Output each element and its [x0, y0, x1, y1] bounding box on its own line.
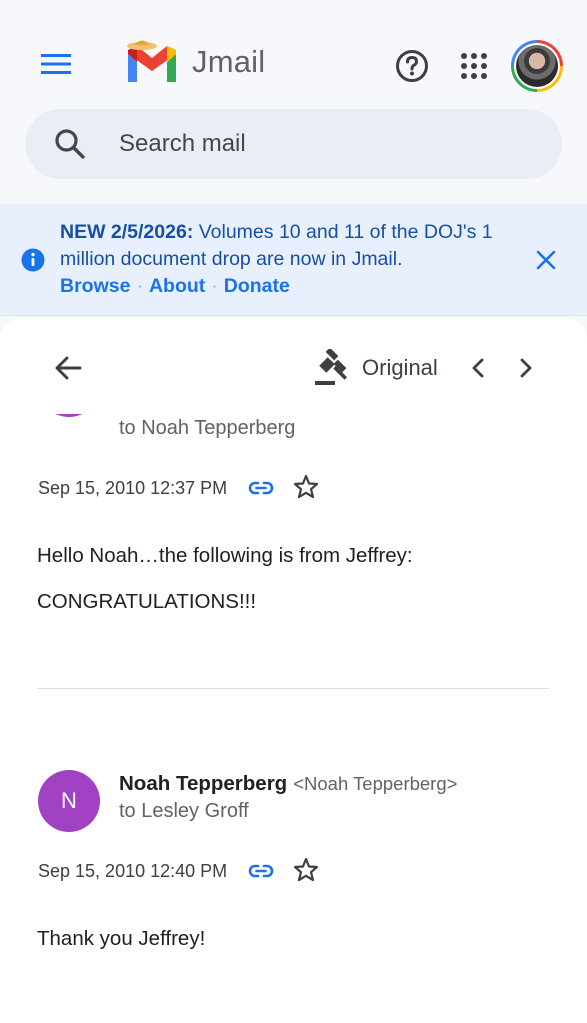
search-bar[interactable] [25, 109, 562, 179]
message-date: Sep 15, 2010 12:37 PM [38, 478, 228, 498]
donate-link[interactable]: Donate [224, 275, 290, 297]
sender-avatar[interactable]: N [38, 770, 100, 832]
message-body-line: Thank you Jeffrey! [37, 927, 206, 950]
original-label: Original [362, 355, 438, 380]
link-icon[interactable] [247, 857, 275, 885]
app-title: Jmail [192, 44, 266, 79]
gavel-icon [315, 349, 348, 385]
message-list: L to Noah Tepperberg Sep 15, 2010 12:37 … [0, 414, 587, 1023]
apps-grid-icon[interactable] [454, 46, 494, 86]
banner-links: Browse · About · Donate [60, 273, 290, 300]
link-separator: · [211, 275, 218, 297]
sender-address: <Noah Tepperberg> [293, 773, 458, 794]
search-icon[interactable] [53, 127, 87, 161]
message-divider [37, 688, 549, 689]
message-body-line: CONGRATULATIONS!!! [37, 590, 257, 613]
chevron-left-icon[interactable] [462, 350, 494, 386]
avatar-ring [514, 43, 560, 89]
message-thread-card: Original L to Noah Tepperberg Sep 15, 20… [0, 318, 587, 1023]
top-app-bar: Jmail [0, 0, 587, 200]
original-button[interactable]: Original [312, 346, 438, 390]
account-avatar[interactable] [511, 40, 563, 92]
search-input[interactable] [119, 109, 519, 179]
avatar-letter: L [63, 414, 75, 419]
recipient-line[interactable]: to Noah Tepperberg [119, 417, 295, 440]
about-link[interactable]: About [149, 275, 205, 297]
arrow-back-icon[interactable] [48, 348, 88, 388]
close-icon[interactable] [532, 246, 560, 274]
chevron-right-icon[interactable] [510, 350, 542, 386]
info-icon [21, 248, 45, 272]
sender-name: Noah Tepperberg [119, 772, 288, 795]
avatar-photo [516, 45, 558, 87]
help-circle-icon[interactable] [392, 46, 432, 86]
browse-link[interactable]: Browse [60, 275, 130, 297]
banner-message: NEW 2/5/2026: Volumes 10 and 11 of the D… [60, 219, 530, 273]
message-date: Sep 15, 2010 12:40 PM [38, 861, 228, 881]
hamburger-menu-icon[interactable] [36, 44, 76, 84]
jmail-logo-icon [127, 40, 176, 82]
sender-line[interactable]: Noah Tepperberg <Noah Tepperberg> [119, 772, 457, 796]
banner-headline: NEW 2/5/2026: [60, 221, 194, 243]
star-outline-icon[interactable] [292, 473, 320, 501]
recipient-line[interactable]: to Lesley Groff [119, 800, 249, 823]
sender-avatar[interactable]: L [38, 414, 100, 419]
jmail-logo[interactable]: Jmail [124, 38, 265, 86]
message-body-line: Hello Noah…the following is from Jeffrey… [37, 544, 413, 567]
link-icon[interactable] [247, 474, 275, 502]
link-separator: · [136, 275, 143, 297]
avatar-letter: N [61, 788, 77, 813]
star-outline-icon[interactable] [292, 856, 320, 884]
